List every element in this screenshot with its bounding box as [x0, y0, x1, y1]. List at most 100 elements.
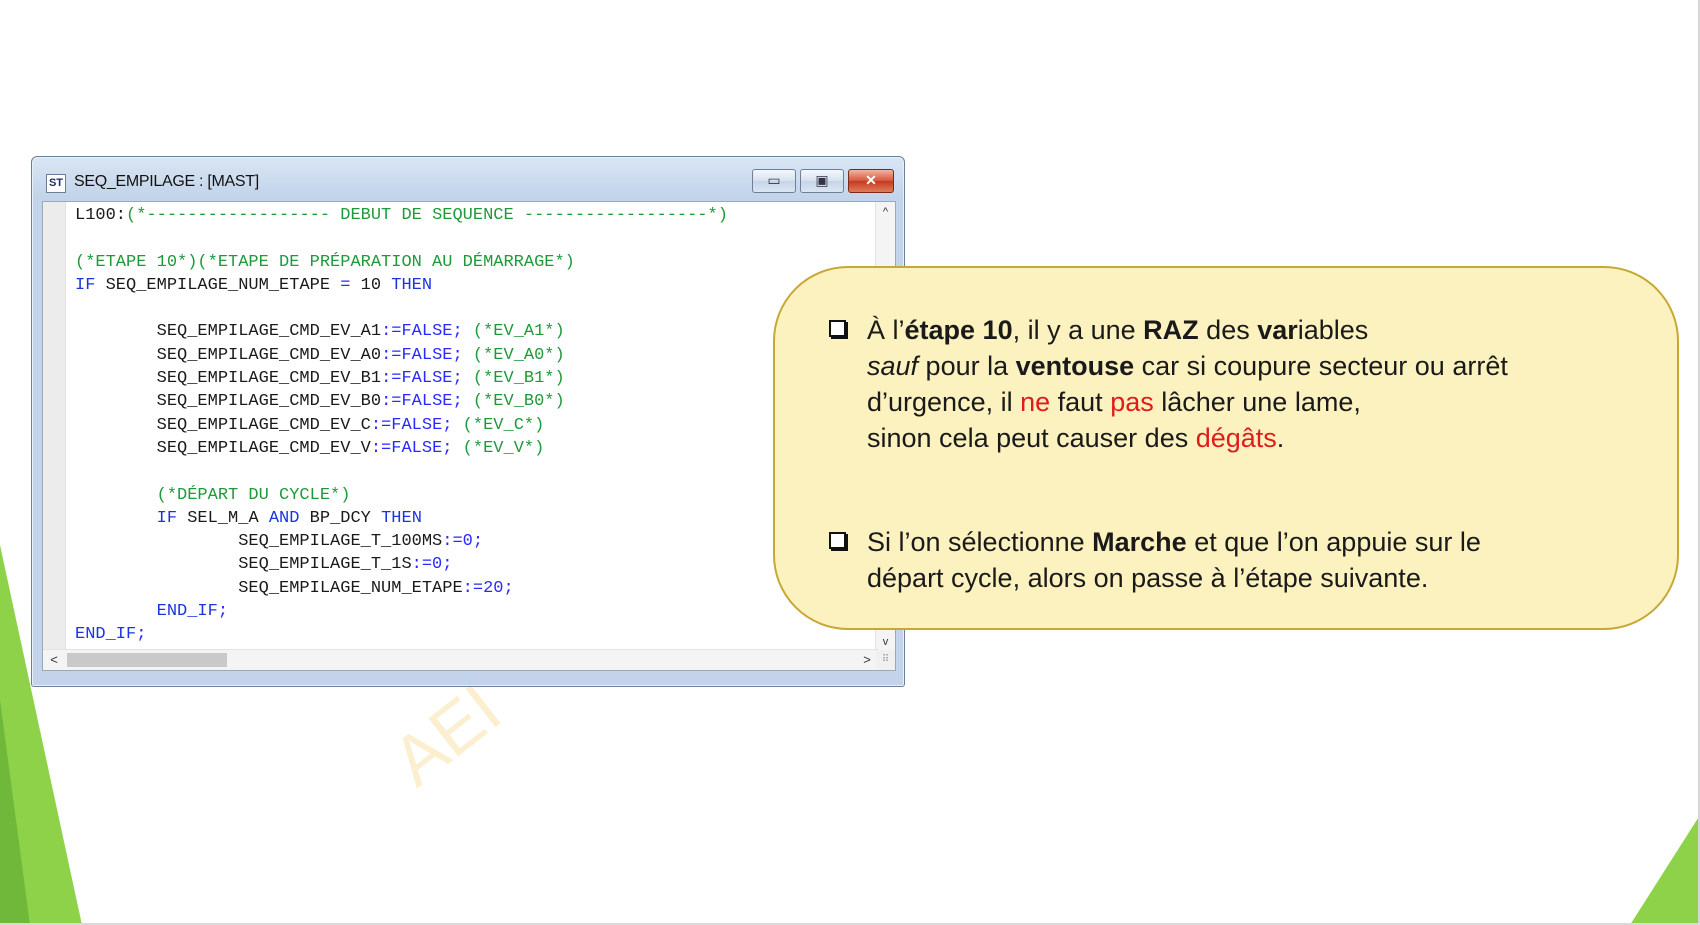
code-token: (*------------------ DEBUT DE SEQUENCE -… [126, 206, 728, 225]
code-token: = [340, 275, 351, 295]
callout-text-segment: iables [1297, 315, 1369, 345]
code-token: THEN [391, 275, 433, 295]
callout-text-segment: ne [1020, 387, 1051, 417]
close-button[interactable]: ✕ [848, 169, 894, 193]
code-text[interactable]: L100:(*------------------ DEBUT DE SEQUE… [75, 204, 728, 647]
code-token: (*EV_A1*) [462, 322, 565, 342]
window-title: SEQ_EMPILAGE : [MAST] [74, 173, 259, 190]
code-token: SEQ_EMPILAGE_T_1S [75, 555, 412, 575]
callout-bullet-2-text: Si l’on sélectionne Marche et que l’on a… [867, 524, 1627, 596]
code-line[interactable]: L100:(*------------------ DEBUT DE SEQUE… [75, 204, 728, 227]
scroll-up-icon[interactable]: ^ [876, 202, 895, 222]
code-token: SEQ_EMPILAGE_CMD_EV_V [75, 438, 371, 458]
code-token: L100: [75, 206, 127, 225]
callout-text-segment: départ cycle, alors on passe à l’étape s… [867, 563, 1429, 593]
code-token: THEN [381, 508, 422, 528]
code-line[interactable]: SEQ_EMPILAGE_CMD_EV_A0:=FALSE; (*EV_A0*) [75, 344, 728, 367]
code-line[interactable]: SEQ_EMPILAGE_CMD_EV_V:=FALSE; (*EV_V*) [75, 437, 728, 460]
code-line[interactable]: END_IF; [75, 623, 728, 646]
code-token: :=0; [411, 555, 453, 575]
code-line[interactable]: IF SEQ_EMPILAGE_NUM_ETAPE = 10 THEN [75, 274, 728, 297]
code-token: (*DÉPART DU CYCLE*) [75, 485, 351, 505]
callout-text-segment: Si l’on sélectionne [867, 527, 1093, 557]
code-token: SEQ_EMPILAGE_CMD_EV_B1 [75, 369, 382, 389]
callout-text-segment: étape 10 [904, 315, 1013, 345]
callout-bullet-1-text: À l’étape 10, il y a une RAZ des variabl… [867, 312, 1627, 456]
callout-text-segment: lâcher une lame, [1153, 387, 1361, 417]
callout-text-segment: d’urgence, il [867, 387, 1021, 417]
scroll-down-icon[interactable]: v [876, 632, 895, 652]
scroll-left-icon[interactable]: < [45, 650, 63, 670]
code-token: (*EV_C*) [452, 415, 545, 435]
code-line[interactable]: SEQ_EMPILAGE_CMD_EV_B1:=FALSE; (*EV_B1*) [75, 367, 728, 390]
code-line[interactable]: SEQ_EMPILAGE_T_1S:=0; [75, 553, 728, 576]
callout-text-segment: sinon cela peut causer des [867, 423, 1196, 453]
code-line[interactable]: IF SEL_M_A AND BP_DCY THEN [75, 507, 728, 530]
structured-text-icon: ST [46, 174, 66, 193]
code-line[interactable]: SEQ_EMPILAGE_NUM_ETAPE:=20; [75, 577, 728, 600]
code-token: (*ETAPE 10*)(*ETAPE DE PRÉPARATION AU DÉ… [75, 252, 575, 272]
horizontal-scrollbar[interactable]: < > [43, 649, 878, 670]
callout-text-segment: ventouse [1015, 351, 1135, 381]
code-token: BP_DCY [299, 508, 382, 528]
callout-text-segment: . [1276, 423, 1285, 453]
code-token: ; [136, 625, 147, 645]
code-token: SEQ_EMPILAGE_CMD_EV_C [75, 415, 371, 435]
code-token: END_IF [156, 602, 218, 622]
code-editor-area[interactable]: L100:(*------------------ DEBUT DE SEQUE… [42, 201, 896, 671]
code-token: (*EV_B0*) [462, 392, 565, 412]
code-token: SEL_M_A [177, 508, 269, 528]
code-token: IF [75, 275, 96, 295]
code-token: IF [156, 508, 178, 528]
explanation-callout: À l’étape 10, il y a une RAZ des variabl… [773, 266, 1679, 630]
code-token: SEQ_EMPILAGE_CMD_EV_A0 [75, 345, 382, 365]
callout-text-segment: et que l’on appuie sur le [1186, 527, 1481, 557]
code-token: (*EV_A0*) [462, 345, 565, 365]
callout-text-segment: pas [1110, 387, 1154, 417]
code-line[interactable] [75, 297, 728, 320]
maximize-button[interactable]: ▣ [800, 169, 844, 193]
callout-text-segment: var [1257, 315, 1298, 345]
callout-text-segment: Marche [1092, 527, 1187, 557]
code-token: END_IF [75, 625, 137, 645]
code-token: :=FALSE; [381, 392, 463, 412]
code-token: :=FALSE; [370, 438, 453, 458]
editor-gutter [43, 202, 66, 652]
callout-text-segment: sauf [867, 351, 919, 381]
code-token: SEQ_EMPILAGE_NUM_ETAPE [75, 578, 463, 598]
horizontal-scroll-thumb[interactable] [67, 653, 227, 667]
code-line[interactable]: (*ETAPE 10*)(*ETAPE DE PRÉPARATION AU DÉ… [75, 251, 728, 274]
code-token: SEQ_EMPILAGE_T_100MS [75, 532, 443, 552]
code-token: SEQ_EMPILAGE_NUM_ETAPE [95, 275, 341, 295]
code-line[interactable]: SEQ_EMPILAGE_CMD_EV_B0:=FALSE; (*EV_B0*) [75, 390, 728, 413]
callout-text-segment: faut [1050, 387, 1111, 417]
resize-grip-icon[interactable]: ⠿ [876, 650, 895, 670]
code-line[interactable]: SEQ_EMPILAGE_CMD_EV_A1:=FALSE; (*EV_A1*) [75, 320, 728, 343]
code-token: (*EV_B1*) [462, 369, 565, 389]
checkbox-bullet-icon [829, 532, 846, 549]
code-line[interactable]: (*DÉPART DU CYCLE*) [75, 484, 728, 507]
callout-text-segment: , il y a une [1012, 315, 1144, 345]
code-token: :=0; [442, 532, 484, 552]
checkbox-bullet-icon [829, 320, 846, 337]
watermark: AEI [377, 669, 515, 801]
code-token: 10 [350, 275, 392, 295]
code-line[interactable]: END_IF; [75, 600, 728, 623]
code-line[interactable] [75, 460, 728, 483]
scroll-right-icon[interactable]: > [858, 650, 876, 670]
code-line[interactable] [75, 227, 728, 250]
code-token: :=20; [462, 578, 514, 598]
minimize-button[interactable]: ▭ [752, 169, 796, 193]
callout-text-segment: des [1198, 315, 1258, 345]
code-line[interactable]: SEQ_EMPILAGE_T_100MS:=0; [75, 530, 728, 553]
code-token: :=FALSE; [370, 415, 453, 435]
callout-text-segment: dégâts [1195, 423, 1277, 453]
callout-text-segment: À l’ [867, 315, 905, 345]
code-token: SEQ_EMPILAGE_CMD_EV_A1 [75, 322, 382, 342]
code-line[interactable]: SEQ_EMPILAGE_CMD_EV_C:=FALSE; (*EV_C*) [75, 414, 728, 437]
code-token: SEQ_EMPILAGE_CMD_EV_B0 [75, 392, 382, 412]
window-titlebar[interactable]: ST SEQ_EMPILAGE : [MAST] ▭ ▣ ✕ [32, 157, 904, 201]
code-token: ; [217, 602, 229, 622]
